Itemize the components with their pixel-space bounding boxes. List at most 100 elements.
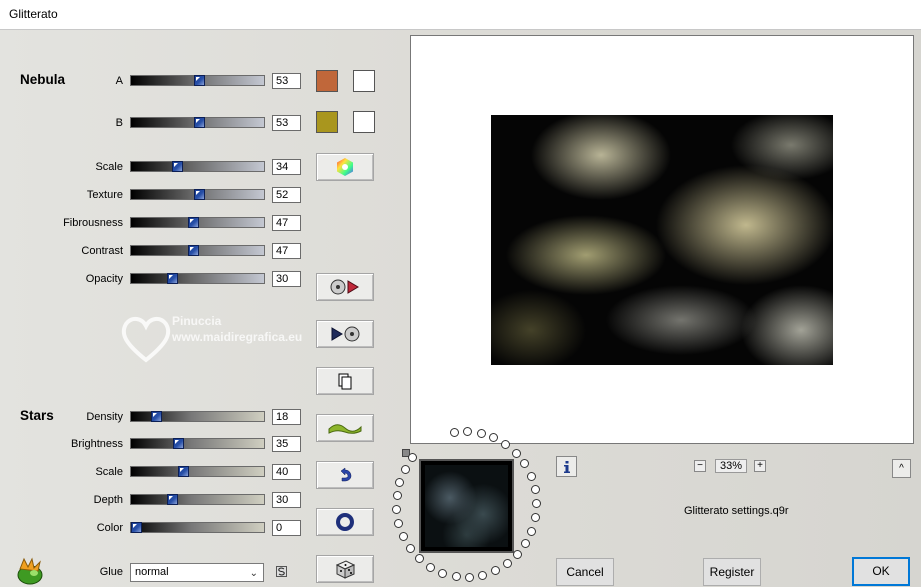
nebula-texture-label: Texture [86,189,123,201]
copy-icon [338,373,352,390]
title-bar: Glitterato [0,0,921,30]
register-button[interactable]: Register [703,558,761,586]
info-button[interactable] [556,456,577,477]
zoom-out-button[interactable]: − [694,460,706,472]
slider-thumb[interactable] [178,466,189,477]
color-wheel-icon [337,158,353,176]
info-icon [563,460,570,473]
glue-value: normal [135,566,169,578]
stars-color-input[interactable]: 0 [272,520,301,536]
nebula-b-white-swatch[interactable] [353,111,375,133]
nebula-a-label: A [115,75,123,87]
ring-button[interactable] [316,508,374,536]
slider-thumb[interactable] [167,494,178,505]
stars-depth-slider[interactable] [130,494,265,505]
nebula-texture-input[interactable]: 52 [272,187,301,203]
stars-brightness-slider[interactable] [130,438,265,449]
stars-color-label: Color [96,522,123,534]
preview-canvas[interactable] [410,35,914,444]
slider-thumb[interactable] [167,273,178,284]
slider-thumb[interactable] [188,245,199,256]
slider-thumb[interactable] [194,189,205,200]
nebula-a-slider[interactable] [130,75,265,86]
preset-dot[interactable] [392,491,402,501]
slider-thumb[interactable] [173,438,184,449]
preset-dot[interactable] [501,439,511,449]
nebula-opacity-input[interactable]: 30 [272,271,301,287]
nebula-a-input[interactable]: 53 [272,73,301,89]
stars-depth-label: Depth [93,494,123,506]
preset-dot[interactable] [464,572,474,582]
nebula-b-slider[interactable] [130,117,265,128]
dice-icon [335,560,356,579]
preset-dot[interactable] [511,448,521,458]
nebula-scale-label: Scale [95,161,123,173]
stars-color-slider[interactable] [130,522,265,533]
nebula-scale-slider[interactable] [130,161,265,172]
watermark-url: www.maidiregrafica.eu [172,330,303,344]
nebula-fibrousness-slider[interactable] [130,217,265,228]
nebula-contrast-input[interactable]: 47 [272,243,301,259]
undo-button[interactable] [316,461,374,489]
preset-dot[interactable] [526,471,536,481]
color-wheel-button[interactable] [316,153,374,181]
stars-density-label: Density [86,411,123,423]
glue-small-icon[interactable] [276,566,287,577]
heart-logo-icon [121,317,171,363]
preset-dot[interactable] [527,526,537,536]
nebula-b-input[interactable]: 53 [272,115,301,131]
nebula-fibrousness-input[interactable]: 47 [272,215,301,231]
load-preset-button[interactable] [316,320,374,348]
copy-button[interactable] [316,367,374,395]
glue-dropdown[interactable]: normal ⌄ [130,563,264,582]
nebula-contrast-slider[interactable] [130,245,265,256]
ring-icon [336,513,354,531]
stars-density-input[interactable]: 18 [272,409,301,425]
wave-icon [328,424,362,434]
slider-thumb[interactable] [172,161,183,172]
nebula-b-label: B [115,117,123,129]
slider-thumb[interactable] [151,411,162,422]
nebula-a-white-swatch[interactable] [353,70,375,92]
stars-depth-input[interactable]: 30 [272,492,301,508]
zoom-in-button[interactable]: + [754,460,766,472]
preset-dot[interactable] [449,428,459,438]
preset-dot[interactable] [512,550,522,560]
stars-scale-input[interactable]: 40 [272,464,301,480]
cancel-button[interactable]: Cancel [556,558,614,586]
nebula-preview-image [491,115,833,365]
preset-dot[interactable] [400,464,410,474]
collapse-button[interactable]: ^ [892,459,911,478]
ok-button[interactable]: OK [852,557,910,586]
zoom-level: 33% [715,459,747,473]
slider-thumb[interactable] [188,217,199,228]
glue-label: Glue [99,566,123,578]
wave-button[interactable] [316,414,374,442]
save-preset-button[interactable] [316,273,374,301]
slider-thumb[interactable] [194,117,205,128]
nebula-scale-input[interactable]: 34 [272,159,301,175]
nebula-fibrousness-label: Fibrousness [63,217,123,229]
nebula-opacity-slider[interactable] [130,273,265,284]
save-preset-icon [330,279,359,295]
nebula-a-color-swatch[interactable] [316,70,338,92]
preset-dot[interactable] [395,477,405,487]
caret-up-icon: ^ [899,463,904,474]
preset-dot[interactable] [530,513,540,523]
nebula-b-color-swatch[interactable] [316,111,338,133]
stars-scale-slider[interactable] [130,466,265,477]
navigator-thumbnail[interactable] [419,459,514,553]
stars-density-slider[interactable] [130,411,265,422]
preset-dot[interactable] [530,485,540,495]
nebula-opacity-label: Opacity [85,273,123,285]
stars-brightness-input[interactable]: 35 [272,436,301,452]
slider-thumb[interactable] [131,522,142,533]
stars-brightness-label: Brightness [71,438,123,450]
preset-dot[interactable] [426,562,436,572]
slider-thumb[interactable] [194,75,205,86]
preset-dot[interactable] [476,428,486,438]
chevron-down-icon: ⌄ [249,568,258,579]
preset-dot[interactable] [451,572,461,582]
nebula-texture-slider[interactable] [130,189,265,200]
random-dice-button[interactable] [316,555,374,583]
